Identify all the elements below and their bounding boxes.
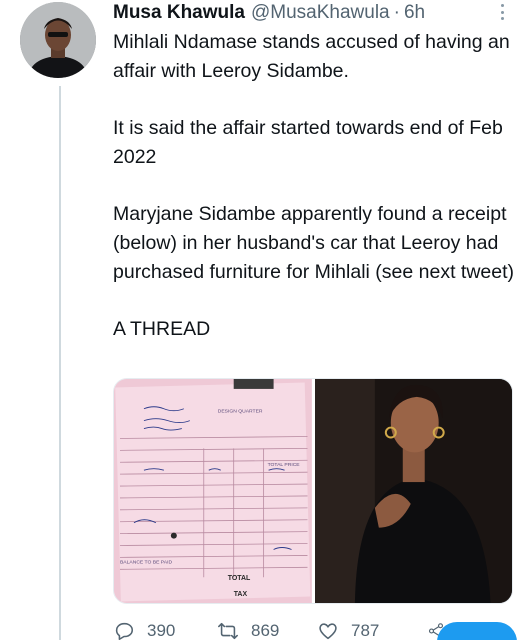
tweet-paragraph: A THREAD <box>113 318 211 340</box>
display-name[interactable]: Musa Khawula <box>113 2 245 24</box>
portrait-photo[interactable] <box>314 379 512 603</box>
compose-tweet-button[interactable] <box>437 622 517 640</box>
tweet-header: Musa Khawula @MusaKhawula · 6h <box>113 0 425 26</box>
tweet-media: DESIGN QUARTER TOTAL PRICE BALANCE TO BE… <box>113 378 513 604</box>
like-button[interactable]: 787 <box>317 620 427 640</box>
receipt-text: TOTAL PRICE <box>268 462 301 468</box>
reply-button[interactable]: 390 <box>113 620 217 640</box>
user-handle[interactable]: @MusaKhawula <box>251 2 390 24</box>
separator-dot: · <box>393 2 400 23</box>
receipt-text: BALANCE TO BE PAID <box>120 559 172 565</box>
retweet-count: 869 <box>251 621 280 640</box>
tweet-paragraph: Maryjane Sidambe apparently found a rece… <box>113 203 515 283</box>
more-options-icon[interactable] <box>494 2 510 22</box>
reply-count: 390 <box>147 621 176 640</box>
like-count: 787 <box>351 621 380 640</box>
receipt-text: TAX <box>234 591 248 598</box>
tweet-body: Mihlali Ndamase stands accused of having… <box>113 28 518 344</box>
avatar-image <box>20 2 96 78</box>
reply-icon <box>115 622 133 640</box>
thread-connector-line <box>59 86 61 640</box>
tweet-paragraph: Mihlali Ndamase stands accused of having… <box>113 31 510 82</box>
tweet-paragraph: It is said the affair started towards en… <box>113 117 503 168</box>
receipt-text: DESIGN QUARTER <box>218 409 263 415</box>
tweet-timestamp[interactable]: 6h <box>404 2 425 24</box>
heart-icon <box>319 623 337 640</box>
receipt-text: TOTAL <box>228 575 251 582</box>
portrait-image <box>314 379 512 603</box>
retweet-button[interactable]: 869 <box>217 620 317 640</box>
retweet-icon <box>218 622 238 640</box>
avatar[interactable] <box>20 2 96 78</box>
receipt-photo[interactable]: DESIGN QUARTER TOTAL PRICE BALANCE TO BE… <box>114 379 312 603</box>
receipt-image: DESIGN QUARTER TOTAL PRICE BALANCE TO BE… <box>114 379 312 603</box>
